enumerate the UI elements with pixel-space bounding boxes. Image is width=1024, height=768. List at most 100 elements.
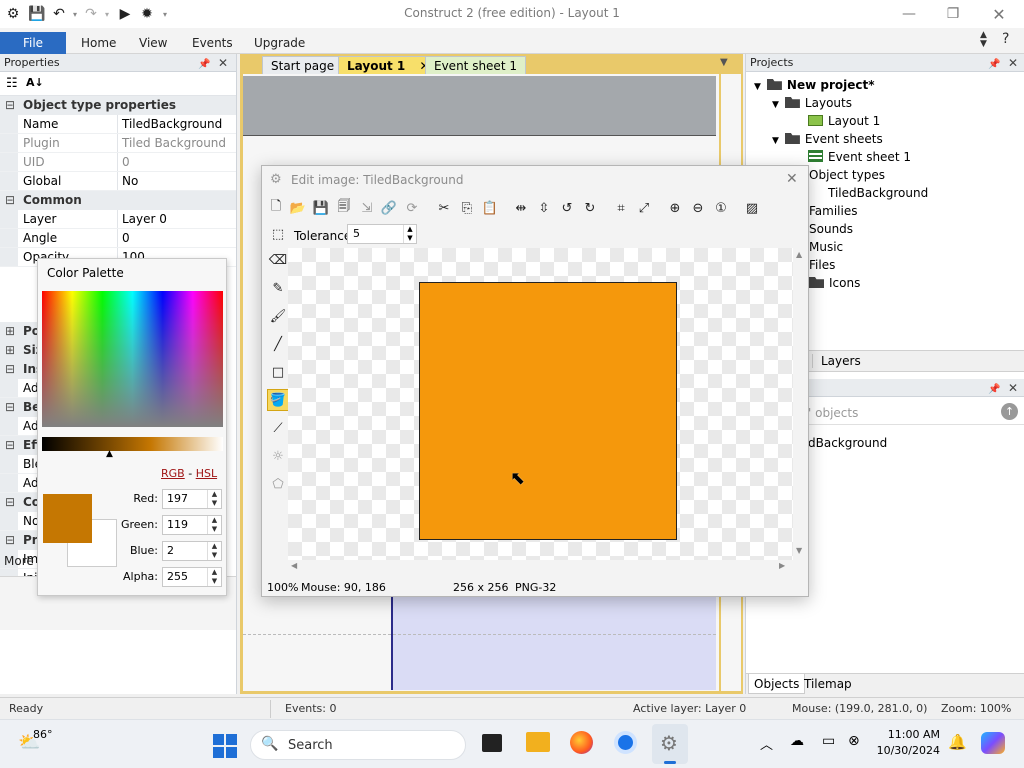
- canvas-hscrollbar[interactable]: ◀ ▶: [288, 560, 793, 574]
- image-canvas[interactable]: ⬉: [288, 248, 793, 560]
- export-icon[interactable]: ⇲: [357, 198, 377, 218]
- partial-row[interactable]: ⊟ Be: [0, 398, 40, 417]
- zoom-out-icon[interactable]: ⊖: [688, 198, 708, 218]
- tree-music[interactable]: Music: [809, 238, 843, 256]
- new-icon[interactable]: 🗋: [266, 198, 286, 218]
- more-info-link[interactable]: More i: [4, 554, 41, 568]
- tab-layers[interactable]: Layers: [812, 354, 892, 368]
- prop-row-angle[interactable]: Angle 0: [0, 229, 236, 248]
- tab-start-page[interactable]: Start page: [262, 56, 344, 74]
- tolerance-input[interactable]: 5 ▲ ▼: [347, 224, 417, 244]
- copilot-icon[interactable]: [981, 732, 1005, 754]
- tab-layout-1[interactable]: Layout 1 ✕: [338, 56, 439, 74]
- background-icon[interactable]: ▨: [742, 198, 762, 218]
- brush-icon[interactable]: 🖌: [267, 305, 289, 327]
- red-input[interactable]: 197 ▲ ▼: [162, 489, 222, 509]
- firefox-icon[interactable]: [570, 731, 593, 754]
- tree-families[interactable]: Families: [809, 202, 857, 220]
- categorized-icon[interactable]: ☷: [6, 76, 18, 91]
- minimize-icon[interactable]: —: [894, 4, 924, 24]
- pin-icon[interactable]: 📌: [988, 381, 1000, 399]
- object-list-item[interactable]: dBackground: [808, 434, 887, 452]
- rectangle-icon[interactable]: □: [267, 361, 289, 383]
- restore-icon[interactable]: ❐: [938, 4, 968, 24]
- close-panel-icon[interactable]: ✕: [1008, 379, 1018, 397]
- network-icon[interactable]: ☁: [790, 733, 804, 749]
- dialog-close-icon[interactable]: ✕: [786, 171, 798, 187]
- ribbon-tab-home[interactable]: Home: [81, 32, 116, 54]
- tabs-dropdown-icon[interactable]: ▼: [720, 57, 728, 68]
- notification-bell-icon[interactable]: 🔔: [948, 733, 967, 751]
- partial-row[interactable]: ⊟ Co: [0, 493, 40, 512]
- alpha-input[interactable]: 255 ▲ ▼: [162, 567, 222, 587]
- prop-row-name[interactable]: Name TiledBackground: [0, 115, 236, 134]
- blue-input[interactable]: 2 ▲ ▼: [162, 541, 222, 561]
- rotate-cw-icon[interactable]: ↻: [580, 198, 600, 218]
- ribbon-tab-file[interactable]: File: [0, 32, 66, 54]
- partial-row[interactable]: Ad: [0, 379, 40, 398]
- partial-row[interactable]: Ble: [0, 455, 43, 474]
- tab-tilemap[interactable]: Tilemap: [804, 674, 852, 694]
- color-picker-icon[interactable]: ⟋: [267, 417, 289, 439]
- line-icon[interactable]: ╱: [267, 333, 289, 355]
- taskbar-search[interactable]: 🔍 Search: [250, 730, 466, 760]
- zoom-in-icon[interactable]: ⊕: [665, 198, 685, 218]
- pencil-icon[interactable]: ✎: [267, 277, 289, 299]
- tray-chevron-icon[interactable]: ︿: [760, 734, 773, 753]
- sort-alpha-icon[interactable]: A↓: [26, 76, 44, 89]
- partial-row[interactable]: ⊟ Eff: [0, 436, 41, 455]
- resize-icon[interactable]: ⤢: [634, 198, 654, 218]
- image-point-icon[interactable]: ☼: [267, 445, 289, 467]
- file-explorer-icon[interactable]: [526, 732, 550, 752]
- refresh-icon[interactable]: ⟳: [402, 198, 422, 218]
- task-view-icon[interactable]: [482, 734, 502, 752]
- wifi-icon[interactable]: ⊗: [848, 733, 860, 749]
- display-icon[interactable]: ▭: [822, 733, 835, 749]
- partial-row[interactable]: Ad: [0, 417, 40, 436]
- clock-time[interactable]: 11:00 AM: [880, 728, 940, 741]
- save-as-icon[interactable]: 🗐: [334, 198, 354, 218]
- tree-layouts[interactable]: ▼ Layouts: [772, 94, 852, 112]
- ribbon-tab-upgrade[interactable]: Upgrade: [254, 32, 305, 54]
- canvas-vscrollbar[interactable]: ▲ ▼: [793, 248, 807, 560]
- mirror-icon[interactable]: ⇹: [511, 198, 531, 218]
- ribbon-collapse-icon[interactable]: ▲ ▼: [980, 31, 987, 49]
- mode-rgb-link[interactable]: RGB: [161, 467, 185, 480]
- partial-row[interactable]: ⊟ Pr: [0, 531, 40, 550]
- tree-event-sheets[interactable]: ▼ Event sheets: [772, 130, 883, 148]
- tolerance-spinner-icon[interactable]: ▲ ▼: [403, 225, 416, 243]
- link-icon[interactable]: 🔗: [379, 198, 399, 218]
- category-object-type[interactable]: ⊟ Object type properties: [0, 96, 236, 115]
- category-common[interactable]: ⊟ Common: [0, 191, 236, 210]
- weather-temp[interactable]: 86°: [33, 728, 53, 741]
- rect-select-icon[interactable]: ⬚: [267, 223, 289, 245]
- crop-icon[interactable]: ⌗: [611, 198, 631, 218]
- tree-sounds[interactable]: Sounds: [809, 220, 853, 238]
- cut-icon[interactable]: ✂: [434, 198, 454, 218]
- ribbon-tab-view[interactable]: View: [139, 32, 167, 54]
- prop-row-global[interactable]: Global No: [0, 172, 236, 191]
- tree-files[interactable]: Files: [809, 256, 835, 274]
- shade-bar[interactable]: [42, 437, 223, 451]
- open-icon[interactable]: 📂: [288, 198, 308, 218]
- partial-row[interactable]: ⊞ Siz: [0, 341, 43, 360]
- clock-date[interactable]: 10/30/2024: [876, 744, 940, 757]
- shade-marker-icon[interactable]: ▲: [106, 449, 113, 459]
- image-content[interactable]: [419, 282, 677, 540]
- chrome-icon[interactable]: [614, 731, 637, 754]
- tree-icons[interactable]: Icons: [809, 274, 860, 292]
- partial-row[interactable]: ⊟ Ins: [0, 360, 43, 379]
- tree-event-sheet-1[interactable]: Event sheet 1: [808, 148, 911, 166]
- save-image-icon[interactable]: 💾: [311, 198, 331, 218]
- copy-icon[interactable]: ⎘: [457, 198, 477, 218]
- tab-event-sheet-1[interactable]: Event sheet 1: [425, 56, 526, 74]
- tree-layout-1[interactable]: Layout 1: [808, 112, 880, 130]
- tree-object-types[interactable]: Object types: [809, 166, 885, 184]
- collision-polygon-icon[interactable]: ⬠: [267, 473, 289, 495]
- partial-row[interactable]: Ad: [0, 474, 40, 493]
- color-spectrum[interactable]: [42, 291, 223, 427]
- partial-row[interactable]: ⊞ Po: [0, 322, 40, 341]
- tab-objects[interactable]: Objects: [748, 674, 806, 694]
- paste-icon[interactable]: 📋: [480, 198, 500, 218]
- prop-row-layer[interactable]: Layer Layer 0: [0, 210, 236, 229]
